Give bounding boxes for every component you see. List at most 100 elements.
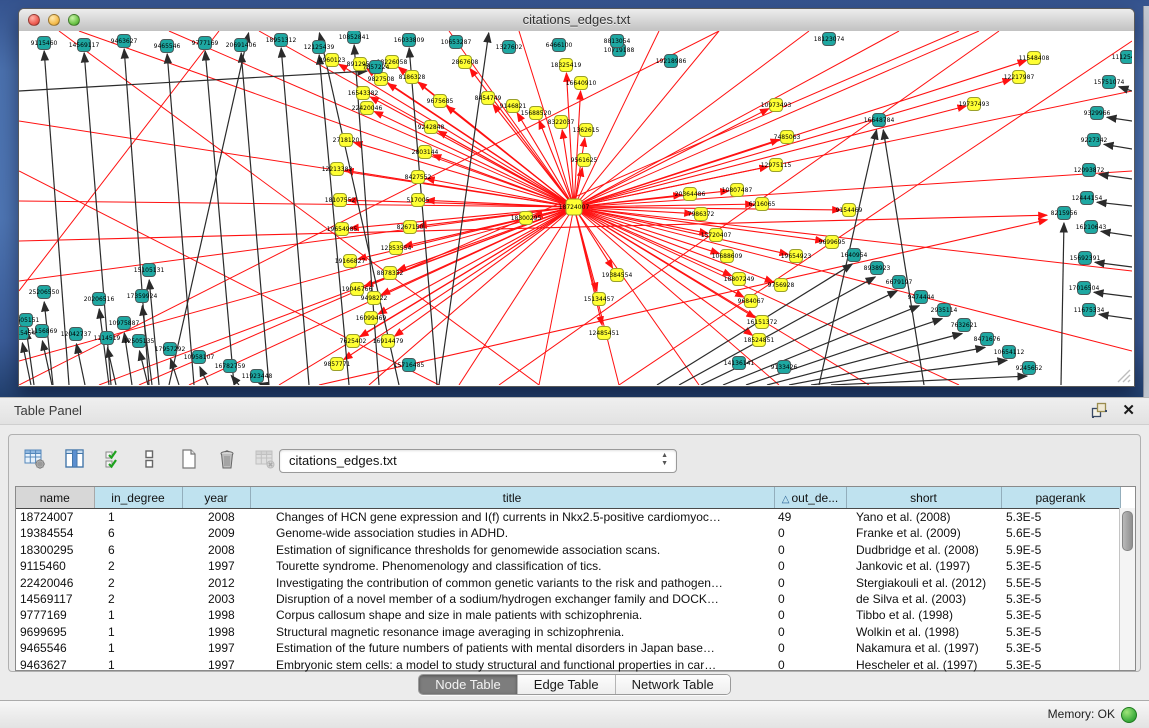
delete-table-icon[interactable] [251,445,279,473]
cell-year[interactable]: 2008 [182,509,250,526]
cell-title[interactable]: Embryonic stem cells: a model to study s… [250,657,774,673]
cell-short[interactable]: Nakamura et al. (1997) [846,640,1001,656]
cell-title[interactable]: Estimation of the future numbers of pati… [250,640,774,656]
cell-year[interactable]: 1998 [182,607,250,623]
cell-out_degree[interactable]: 0 [774,624,846,640]
cell-short[interactable]: Wolkin et al. (1998) [846,624,1001,640]
table-settings-icon[interactable] [21,445,49,473]
cell-title[interactable]: Tourette syndrome. Phenomenology and cla… [250,558,774,574]
cell-out_degree[interactable]: 0 [774,640,846,656]
tab-node-table[interactable]: Node Table [419,675,518,694]
cell-year[interactable]: 2012 [182,575,250,591]
cell-name[interactable]: 18724007 [16,509,94,526]
float-panel-icon[interactable] [1091,402,1108,419]
table-selector[interactable]: citations_edges.txt ▲▼ [279,449,677,473]
table-row[interactable]: 1456911722003Disruption of a novel membe… [16,591,1120,607]
cell-pagerank[interactable]: 5.3E-5 [1001,509,1120,526]
cell-name[interactable]: 9465546 [16,640,94,656]
cell-title[interactable]: Structural magnetic resonance image aver… [250,624,774,640]
cell-in_degree[interactable]: 1 [94,657,182,673]
cell-name[interactable]: 9115460 [16,558,94,574]
cell-in_degree[interactable]: 1 [94,607,182,623]
cell-out_degree[interactable]: 0 [774,525,846,541]
network-svg[interactable]: 8960123891295518226058982750881863281654… [19,31,1132,385]
delete-column-icon[interactable] [213,445,241,473]
cell-name[interactable]: 14569117 [16,591,94,607]
cell-name[interactable]: 9777169 [16,607,94,623]
cell-short[interactable]: Jankovic et al. (1997) [846,558,1001,574]
cell-pagerank[interactable]: 5.9E-5 [1001,542,1120,558]
cell-out_degree[interactable]: 0 [774,657,846,673]
column-header-title[interactable]: title [250,487,774,509]
cell-short[interactable]: Franke et al. (2009) [846,525,1001,541]
cell-out_degree[interactable]: 0 [774,542,846,558]
cell-pagerank[interactable]: 5.5E-5 [1001,575,1120,591]
table-row[interactable]: 969969511998Structural magnetic resonanc… [16,624,1120,640]
cell-out_degree[interactable]: 0 [774,607,846,623]
table-row[interactable]: 2242004622012Investigating the contribut… [16,575,1120,591]
column-header-name[interactable]: name [16,487,94,509]
table-row[interactable]: 977716911998Corpus callosum shape and si… [16,607,1120,623]
table-row[interactable]: 1830029562008Estimation of significance … [16,542,1120,558]
cell-title[interactable]: Genome-wide association studies in ADHD. [250,525,774,541]
select-all-icon[interactable] [101,445,129,473]
new-column-icon[interactable] [175,445,203,473]
column-header-in_degree[interactable]: in_degree [94,487,182,509]
cell-short[interactable]: Stergiakouli et al. (2012) [846,575,1001,591]
cell-in_degree[interactable]: 2 [94,558,182,574]
cell-short[interactable]: Tibbo et al. (1998) [846,607,1001,623]
table-row[interactable]: 946554611997Estimation of the future num… [16,640,1120,656]
cell-year[interactable]: 1998 [182,624,250,640]
table-row[interactable]: 946362711997Embryonic stem cells: a mode… [16,657,1120,673]
cell-title[interactable]: Investigating the contribution of common… [250,575,774,591]
cell-year[interactable]: 2003 [182,591,250,607]
column-header-out_degree[interactable]: △out_de... [774,487,846,509]
cell-pagerank[interactable]: 5.3E-5 [1001,624,1120,640]
cell-title[interactable]: Corpus callosum shape and size in male p… [250,607,774,623]
cell-short[interactable]: Dudbridge et al. (2008) [846,542,1001,558]
cell-name[interactable]: 9699695 [16,624,94,640]
cell-pagerank[interactable]: 5.3E-5 [1001,591,1120,607]
window-resize-grip[interactable] [1115,367,1131,383]
column-header-short[interactable]: short [846,487,1001,509]
cell-out_degree[interactable]: 0 [774,591,846,607]
cell-year[interactable]: 1997 [182,640,250,656]
cell-name[interactable]: 22420046 [16,575,94,591]
tab-network-table[interactable]: Network Table [616,675,730,694]
column-header-year[interactable]: year [182,487,250,509]
table-row[interactable]: 1938455462009Genome-wide association stu… [16,525,1120,541]
cell-out_degree[interactable]: 49 [774,509,846,526]
dropdown-spinner-icon[interactable]: ▲▼ [661,452,668,468]
close-panel-icon[interactable]: ✕ [1122,403,1135,419]
cell-in_degree[interactable]: 1 [94,624,182,640]
window-titlebar[interactable]: citations_edges.txt [19,9,1134,32]
cell-pagerank[interactable]: 5.3E-5 [1001,607,1120,623]
cell-short[interactable]: Hescheler et al. (1997) [846,657,1001,673]
network-canvas[interactable]: 8960123891295518226058982750881863281654… [19,31,1134,386]
cell-in_degree[interactable]: 1 [94,509,182,526]
table-row[interactable]: 1872400712008Changes of HCN gene express… [16,509,1120,526]
cell-in_degree[interactable]: 2 [94,591,182,607]
cell-pagerank[interactable]: 5.3E-5 [1001,558,1120,574]
tab-edge-table[interactable]: Edge Table [518,675,616,694]
cell-pagerank[interactable]: 5.3E-5 [1001,640,1120,656]
cell-in_degree[interactable]: 1 [94,640,182,656]
cell-out_degree[interactable]: 0 [774,558,846,574]
cell-title[interactable]: Disruption of a novel member of a sodium… [250,591,774,607]
cell-year[interactable]: 1997 [182,558,250,574]
cell-short[interactable]: de Silva et al. (2003) [846,591,1001,607]
cell-title[interactable]: Estimation of significance thresholds fo… [250,542,774,558]
cell-year[interactable]: 2009 [182,525,250,541]
cell-year[interactable]: 1997 [182,657,250,673]
table-row[interactable]: 911546021997Tourette syndrome. Phenomeno… [16,558,1120,574]
cell-short[interactable]: Yano et al. (2008) [846,509,1001,526]
cell-year[interactable]: 2008 [182,542,250,558]
cell-in_degree[interactable]: 6 [94,542,182,558]
cell-title[interactable]: Changes of HCN gene expression and I(f) … [250,509,774,526]
table-scrollbar[interactable] [1119,508,1135,670]
cell-pagerank[interactable]: 5.3E-5 [1001,657,1120,673]
collapsed-side-panel[interactable] [1143,6,1149,397]
clear-selection-icon[interactable] [135,445,163,473]
cell-name[interactable]: 9463627 [16,657,94,673]
cell-name[interactable]: 18300295 [16,542,94,558]
